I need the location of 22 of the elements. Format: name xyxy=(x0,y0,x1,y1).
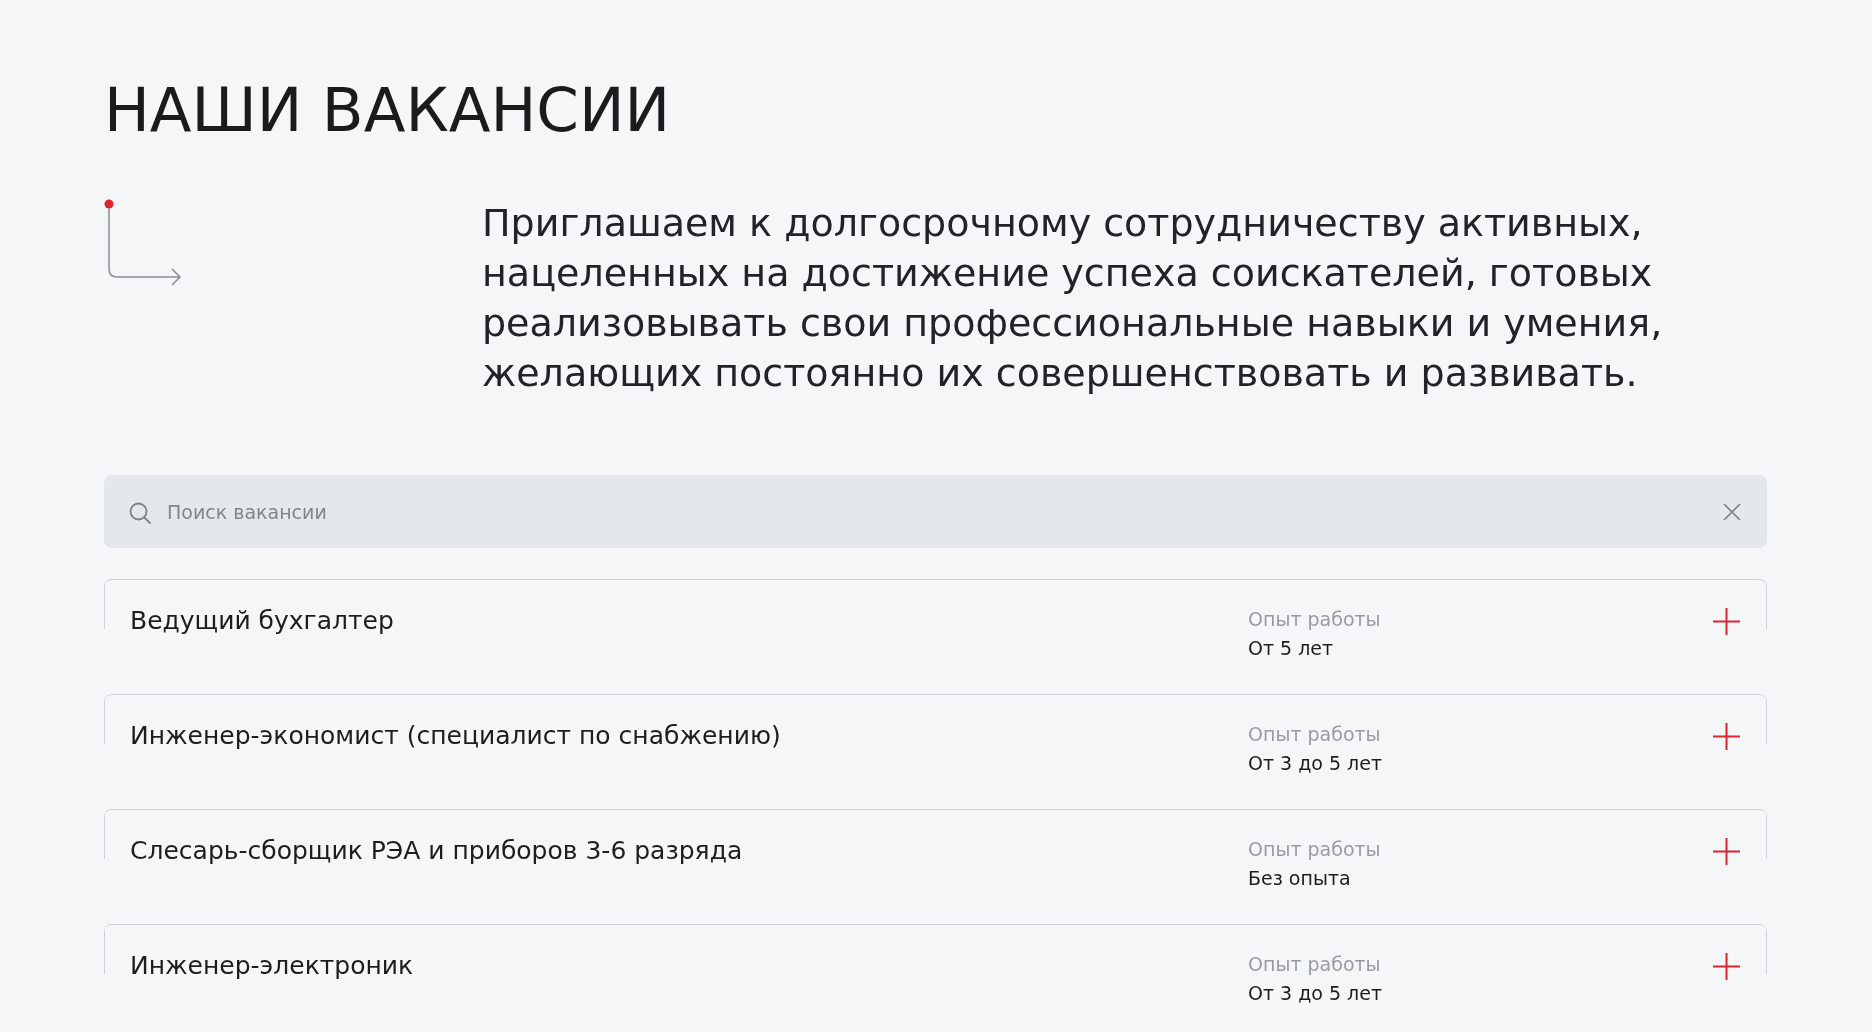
vacancy-title: Слесарь-сборщик РЭА и приборов 3-6 разряда xyxy=(130,836,743,866)
plus-icon[interactable] xyxy=(1713,838,1740,865)
plus-icon[interactable] xyxy=(1713,723,1740,750)
search-field[interactable]: Поиск вакансии xyxy=(104,475,1767,548)
page-title: НАШИ ВАКАНСИИ xyxy=(104,73,671,146)
experience-value: Без опыта xyxy=(1248,866,1351,890)
corner-arrow-icon xyxy=(104,199,182,287)
experience-value: От 3 до 5 лет xyxy=(1248,981,1383,1005)
vacancy-title: Ведущий бухгалтер xyxy=(130,606,394,636)
vacancy-title: Инженер-электроник xyxy=(130,951,414,981)
experience-label: Опыт работы xyxy=(1248,607,1381,631)
search-icon xyxy=(129,502,151,524)
experience-label: Опыт работы xyxy=(1248,722,1381,746)
intro-paragraph: Приглашаем к долгосрочному сотрудничеству активных, нацеленных на достижение успеха соискателей, готовых реализовывать свои профессиональные навыки и умения, желающих постоянно их совершенствовать и развивать. xyxy=(482,200,1664,397)
experience-label: Опыт работы xyxy=(1248,837,1381,861)
plus-icon[interactable] xyxy=(1713,608,1740,635)
close-icon[interactable] xyxy=(1723,503,1741,521)
experience-value: От 3 до 5 лет xyxy=(1248,751,1383,775)
plus-icon[interactable] xyxy=(1713,953,1740,980)
vacancy-title: Инженер-экономист (специалист по снабжению) xyxy=(130,721,781,751)
experience-label: Опыт работы xyxy=(1248,952,1381,976)
experience-value: От 5 лет xyxy=(1248,636,1334,660)
